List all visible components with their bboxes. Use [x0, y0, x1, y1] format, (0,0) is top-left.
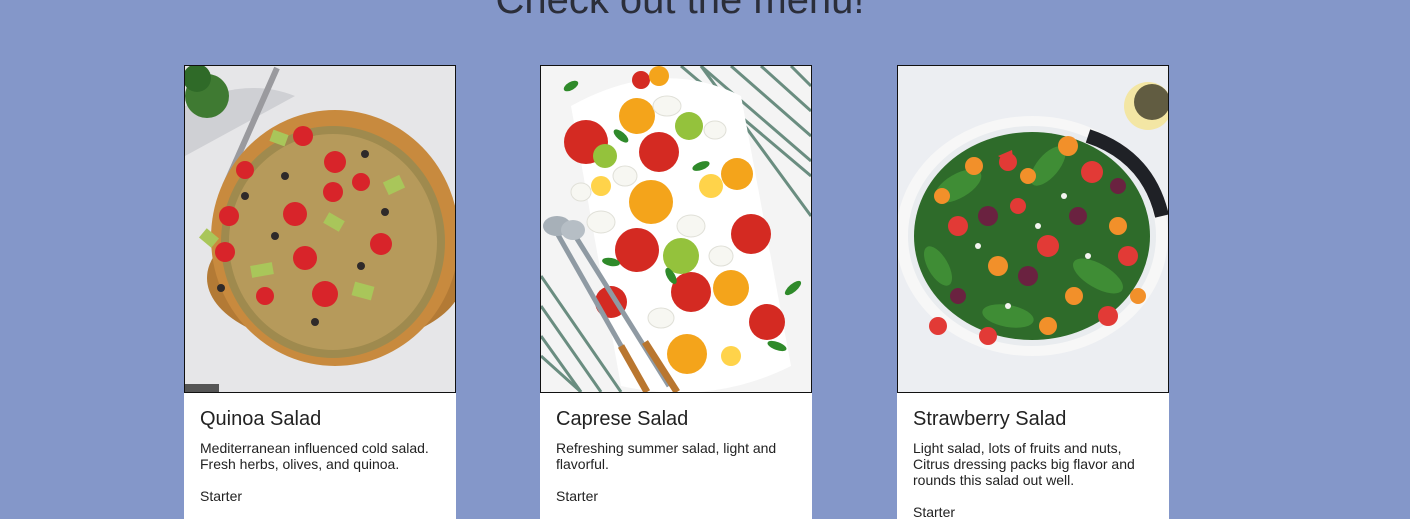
menu-page: Check out the menu! Quinoa Salad Mediter… [0, 0, 1410, 519]
menu-card-quinoa-salad[interactable]: Quinoa Salad Mediterranean influenced co… [184, 65, 456, 519]
card-category: Starter [556, 488, 599, 504]
card-title: Strawberry Salad [913, 408, 1067, 430]
card-title: Quinoa Salad [200, 408, 322, 430]
page-heading: Check out the menu! [495, 0, 865, 22]
card-description: Refreshing summer salad, light and flavo… [556, 440, 777, 472]
strawberry-salad-image [897, 65, 1169, 393]
menu-card-caprese-salad[interactable]: Caprese Salad Refreshing summer salad, l… [540, 65, 812, 519]
quinoa-salad-image [184, 65, 456, 393]
caprese-salad-image [540, 65, 812, 393]
card-title: Caprese Salad [556, 408, 689, 430]
card-description: Light salad, lots of fruits and nuts, Ci… [913, 440, 1135, 488]
caprese-salad-body: Caprese Salad Refreshing summer salad, l… [540, 393, 812, 504]
menu-card-strawberry-salad[interactable]: Strawberry Salad Light salad, lots of fr… [897, 65, 1169, 519]
card-category: Starter [200, 488, 243, 504]
card-category: Starter [913, 504, 956, 519]
card-description: Mediterranean influenced cold salad. Fre… [200, 440, 429, 472]
strawberry-salad-body: Strawberry Salad Light salad, lots of fr… [897, 393, 1169, 519]
quinoa-salad-body: Quinoa Salad Mediterranean influenced co… [184, 393, 456, 504]
